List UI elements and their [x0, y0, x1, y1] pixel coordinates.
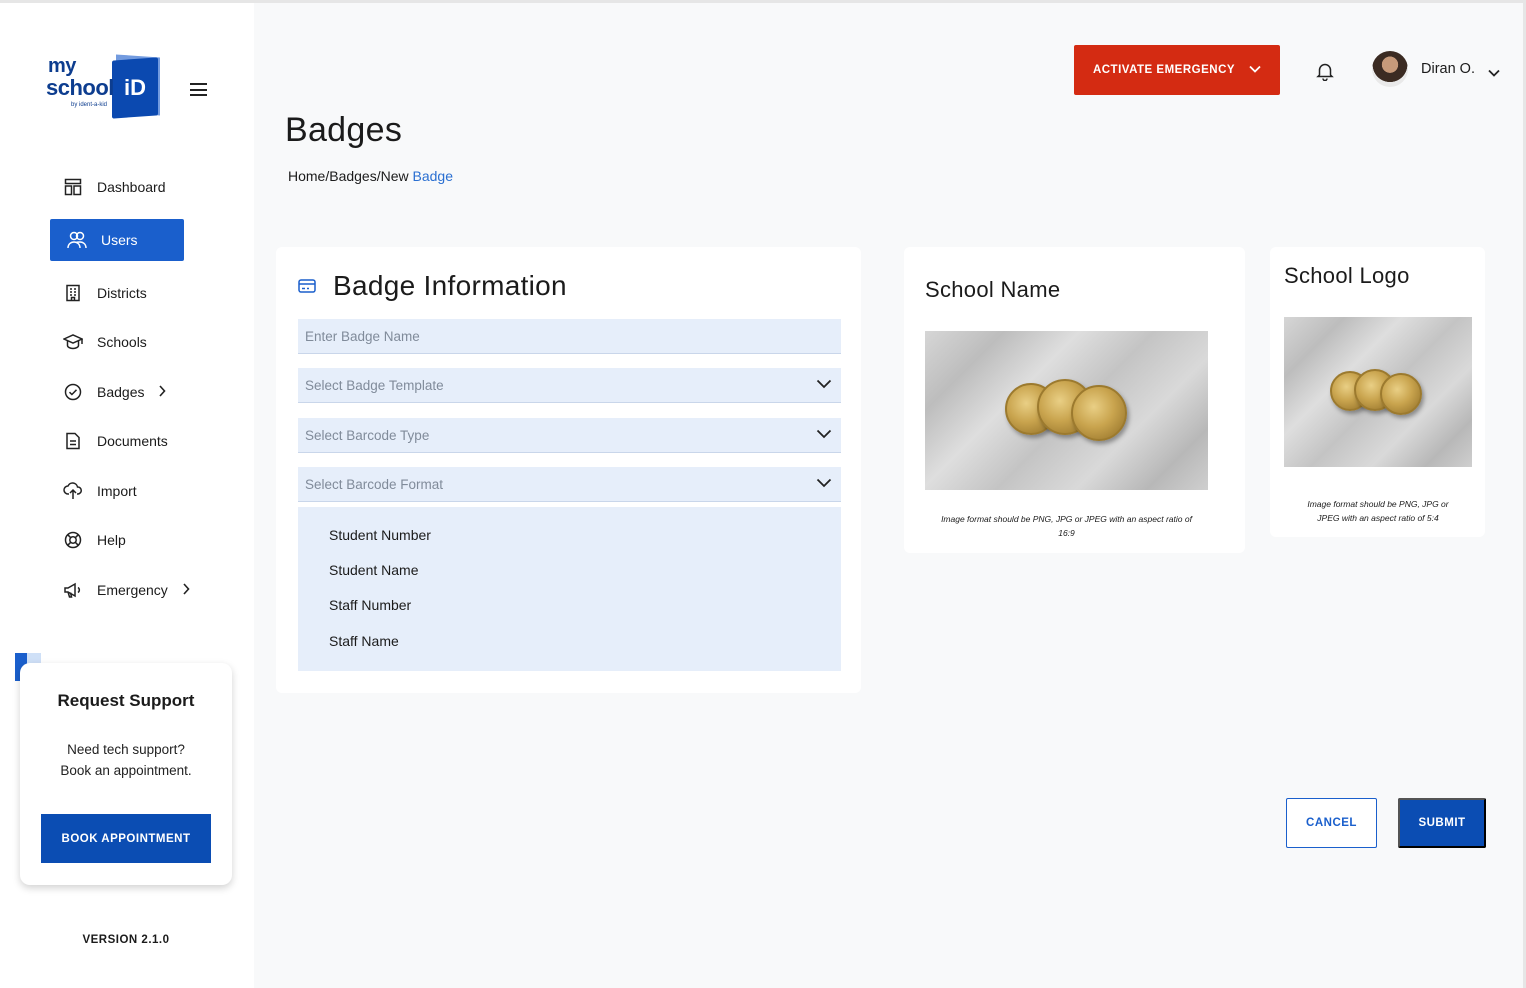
sidebar-item-help[interactable]: Help: [50, 519, 210, 561]
logo-text-school: school: [46, 75, 114, 100]
sidebar-item-import[interactable]: Import: [50, 470, 210, 512]
user-name[interactable]: Diran O.: [1421, 61, 1475, 77]
breadcrumb: Home/Badges/New Badge: [288, 168, 453, 184]
sidebar-item-documents[interactable]: Documents: [50, 420, 210, 462]
sidebar-item-dashboard[interactable]: Dashboard: [50, 166, 210, 208]
sidebar-item-badges[interactable]: Badges: [50, 371, 210, 413]
sidebar-item-label: Documents: [97, 433, 168, 449]
barcode-type-select[interactable]: Select Barcode Type: [298, 418, 841, 453]
chevron-down-icon: [816, 377, 832, 392]
request-support-card: Request Support Need tech support? Book …: [20, 663, 232, 885]
caption-line-2: 16:9: [1058, 528, 1075, 538]
sidebar-item-label: Districts: [97, 285, 147, 301]
chevron-down-icon[interactable]: [1488, 64, 1500, 82]
menu-toggle-icon[interactable]: [190, 83, 207, 96]
badge-name-placeholder: Enter Badge Name: [305, 328, 420, 344]
sidebar-item-label: Help: [97, 532, 126, 548]
school-name-caption: Image format should be PNG, JPG or JPEG …: [918, 512, 1215, 540]
avatar[interactable]: [1372, 51, 1408, 87]
school-logo-caption: Image format should be PNG, JPG or JPEG …: [1284, 497, 1472, 525]
submit-button[interactable]: SUBMIT: [1398, 798, 1486, 848]
cancel-button[interactable]: CANCEL: [1286, 798, 1377, 848]
sidebar-item-label: Import: [97, 483, 137, 499]
caption-line-1: Image format should be PNG, JPG or: [1307, 499, 1449, 509]
cloud-upload-icon: [62, 480, 84, 502]
chevron-down-icon: [816, 476, 832, 491]
school-name-card: School Name Image format should be PNG, …: [904, 247, 1245, 553]
barcode-type-placeholder: Select Barcode Type: [305, 427, 430, 443]
school-logo-image-upload[interactable]: [1284, 317, 1472, 467]
building-icon: [62, 282, 84, 304]
sidebar-item-districts[interactable]: Districts: [50, 272, 210, 314]
megaphone-icon: [62, 579, 84, 601]
badge-template-select[interactable]: Select Badge Template: [298, 368, 841, 403]
option-staff-name[interactable]: Staff Name: [329, 633, 399, 649]
support-line-2: Book an appointment.: [60, 763, 192, 778]
barcode-format-select[interactable]: Select Barcode Format: [298, 467, 841, 502]
coin-image: [1380, 373, 1422, 415]
badge-name-input[interactable]: Enter Badge Name: [298, 319, 841, 354]
activate-emergency-label: ACTIVATE EMERGENCY: [1092, 64, 1236, 76]
school-name-image-upload[interactable]: [925, 331, 1208, 490]
lifebuoy-icon: [62, 529, 84, 551]
barcode-format-options: Student Number Student Name Staff Number…: [298, 507, 841, 671]
sidebar-item-label: Users: [101, 232, 138, 248]
support-line-1: Need tech support?: [67, 742, 185, 757]
activate-emergency-button[interactable]: ACTIVATE EMERGENCY: [1074, 45, 1280, 95]
sidebar-item-schools[interactable]: Schools: [50, 321, 210, 363]
school-logo-card: School Logo Image format should be PNG, …: [1270, 247, 1485, 537]
caption-line-2: JPEG with an aspect ratio of 5:4: [1317, 513, 1439, 523]
sidebar-item-users[interactable]: Users: [50, 219, 184, 261]
school-name-title: School Name: [925, 277, 1061, 302]
badge-template-placeholder: Select Badge Template: [305, 377, 444, 393]
option-student-name[interactable]: Student Name: [329, 562, 419, 578]
chevron-right-icon[interactable]: [158, 384, 167, 400]
support-description: Need tech support? Book an appointment.: [20, 739, 232, 781]
logo-byline: by ident-a-kid: [71, 102, 108, 108]
id-card-icon: [298, 279, 316, 298]
logo-text-id: iD: [124, 75, 146, 100]
main-content: ACTIVATE EMERGENCY Diran O. Badges Home/…: [254, 3, 1523, 988]
chevron-down-icon: [816, 427, 832, 442]
school-logo-title: School Logo: [1284, 263, 1410, 288]
barcode-format-placeholder: Select Barcode Format: [305, 476, 444, 492]
coin-image: [1071, 385, 1127, 441]
document-icon: [62, 430, 84, 452]
sidebar-item-label: Dashboard: [97, 179, 166, 195]
page-title: Badges: [285, 111, 403, 149]
breadcrumb-current: Badge: [412, 168, 453, 184]
app-logo[interactable]: my school iD by ident-a-kid: [46, 54, 166, 125]
sidebar-item-label: Emergency: [97, 582, 168, 598]
option-staff-number[interactable]: Staff Number: [329, 597, 411, 613]
sidebar: my school iD by ident-a-kid Dashboard Us…: [0, 3, 254, 988]
chevron-right-icon[interactable]: [182, 582, 190, 598]
sidebar-item-label: Badges: [97, 384, 145, 400]
sidebar-item-emergency[interactable]: Emergency: [50, 569, 210, 611]
bell-icon[interactable]: [1316, 61, 1334, 82]
support-title: Request Support: [57, 691, 195, 710]
breadcrumb-path[interactable]: Home/Badges/New: [288, 168, 413, 184]
users-icon: [66, 229, 88, 251]
graduation-cap-icon: [62, 331, 84, 353]
dashboard-icon: [62, 176, 84, 198]
app-version: VERSION 2.1.0: [82, 934, 170, 946]
badge-information-title: Badge Information: [333, 270, 567, 301]
book-appointment-button[interactable]: BOOK APPOINTMENT: [41, 814, 211, 863]
chevron-down-icon: [1249, 64, 1261, 76]
option-student-number[interactable]: Student Number: [329, 527, 431, 543]
badge-check-icon: [62, 381, 84, 403]
caption-line-1: Image format should be PNG, JPG or JPEG …: [941, 514, 1192, 524]
sidebar-item-label: Schools: [97, 334, 147, 350]
badge-information-card: Badge Information Enter Badge Name Selec…: [276, 247, 861, 693]
